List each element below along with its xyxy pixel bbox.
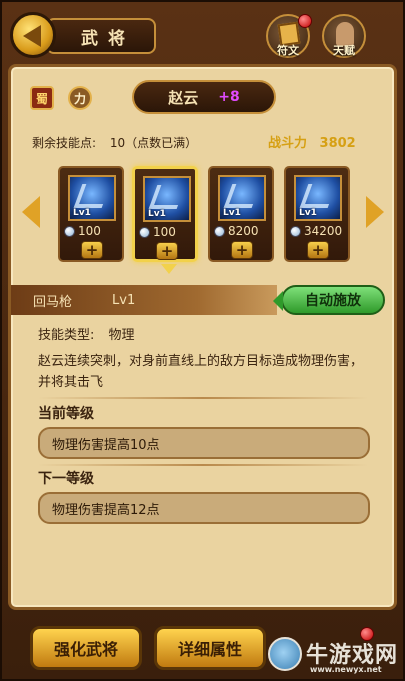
skill-cost: 100 [78, 224, 101, 238]
selected-skill-level: Lv1 [112, 292, 136, 308]
prev-arrow-icon[interactable] [22, 196, 40, 228]
cow-logo-icon [268, 637, 302, 671]
silver-coin-icon [290, 225, 301, 237]
skill-type-label: 技能类型: [38, 328, 95, 343]
watermark: 牛游戏网 www.newyx.net [266, 627, 404, 679]
attribute-badge: 力 [68, 86, 92, 110]
skill-points-value: 10（点数已满） [109, 136, 198, 150]
skill-level: Lv1 [73, 208, 91, 218]
skill-level: Lv1 [223, 208, 241, 218]
skill-cost: 100 [153, 225, 176, 239]
combat-power: 战斗力 3802 [268, 132, 356, 151]
notification-dot-icon [298, 14, 312, 28]
next-arrow-icon[interactable] [366, 196, 384, 228]
skill-type-row: 技能类型: 物理 [38, 324, 135, 343]
combat-power-label: 战斗力 [268, 136, 308, 151]
tab-talent-label: 天赋 [333, 44, 355, 57]
skill-cost: 34200 [304, 224, 343, 238]
skill-description: 赵云连续突刺，对身前直线上的敌方目标造成物理伤害，并将其击飞 [38, 354, 364, 390]
watermark-url: www.newyx.net [310, 665, 382, 674]
warrior-skill-icon: Lv1 [294, 175, 342, 221]
selected-skill-bar: 回马枪 Lv1 [11, 285, 277, 315]
spear-thrust-skill-icon: Lv1 [143, 176, 191, 222]
upgrade-skill-button[interactable]: + [81, 241, 103, 259]
selected-skill-name: 回马枪 [33, 294, 73, 310]
tab-rune[interactable]: 符文 [266, 14, 312, 58]
upgrade-skill-button[interactable]: + [307, 241, 329, 259]
upgrade-skill-button[interactable]: + [231, 241, 253, 259]
faction-badge: 蜀 [30, 86, 54, 110]
current-effect-box: 物理伤害提高10点 [38, 427, 370, 459]
horse-spear-skill-icon: Lv1 [68, 175, 116, 221]
hero-plus-level: +8 [218, 89, 240, 105]
tab-rune-label: 符文 [277, 44, 299, 57]
tab-talent[interactable]: 天赋 [322, 14, 366, 58]
selection-pointer-icon [161, 264, 177, 274]
skill-card[interactable]: Lv1 34200 + [284, 166, 350, 262]
silver-coin-icon [64, 225, 75, 237]
auto-cast-button[interactable]: 自动施放 [273, 285, 385, 315]
skill-level: Lv1 [299, 208, 317, 218]
upgrade-skill-button[interactable]: + [156, 242, 178, 260]
detailed-attributes-button[interactable]: 详细属性 [154, 626, 266, 670]
skill-card[interactable]: Lv1 100 + [58, 166, 124, 262]
divider [38, 464, 368, 466]
divider [38, 397, 368, 399]
skill-card-selected[interactable]: Lv1 100 + [132, 166, 198, 262]
skill-points-row: 剩余技能点: 10（点数已满） [32, 134, 197, 151]
strengthen-hero-button[interactable]: 强化武将 [30, 626, 142, 670]
silver-coin-icon [139, 226, 150, 238]
skill-type-value: 物理 [108, 328, 135, 343]
page-title: 武将 [46, 18, 156, 54]
skill-level: Lv1 [148, 209, 166, 219]
next-level-title: 下一等级 [38, 471, 94, 487]
notification-dot-icon [360, 627, 374, 641]
current-level-title: 当前等级 [38, 406, 94, 422]
skill-card[interactable]: Lv1 8200 + [208, 166, 274, 262]
combat-power-value: 3802 [319, 136, 356, 151]
charge-skill-icon: Lv1 [218, 175, 266, 221]
silver-coin-icon [214, 225, 225, 237]
skill-points-label: 剩余技能点: [32, 136, 97, 150]
hero-name-plate: 赵云 +8 [132, 80, 276, 114]
back-arrow-icon[interactable] [10, 12, 56, 58]
hero-name: 赵云 [168, 88, 199, 107]
next-effect-box: 物理伤害提高12点 [38, 492, 370, 524]
skill-cost: 8200 [228, 224, 259, 238]
